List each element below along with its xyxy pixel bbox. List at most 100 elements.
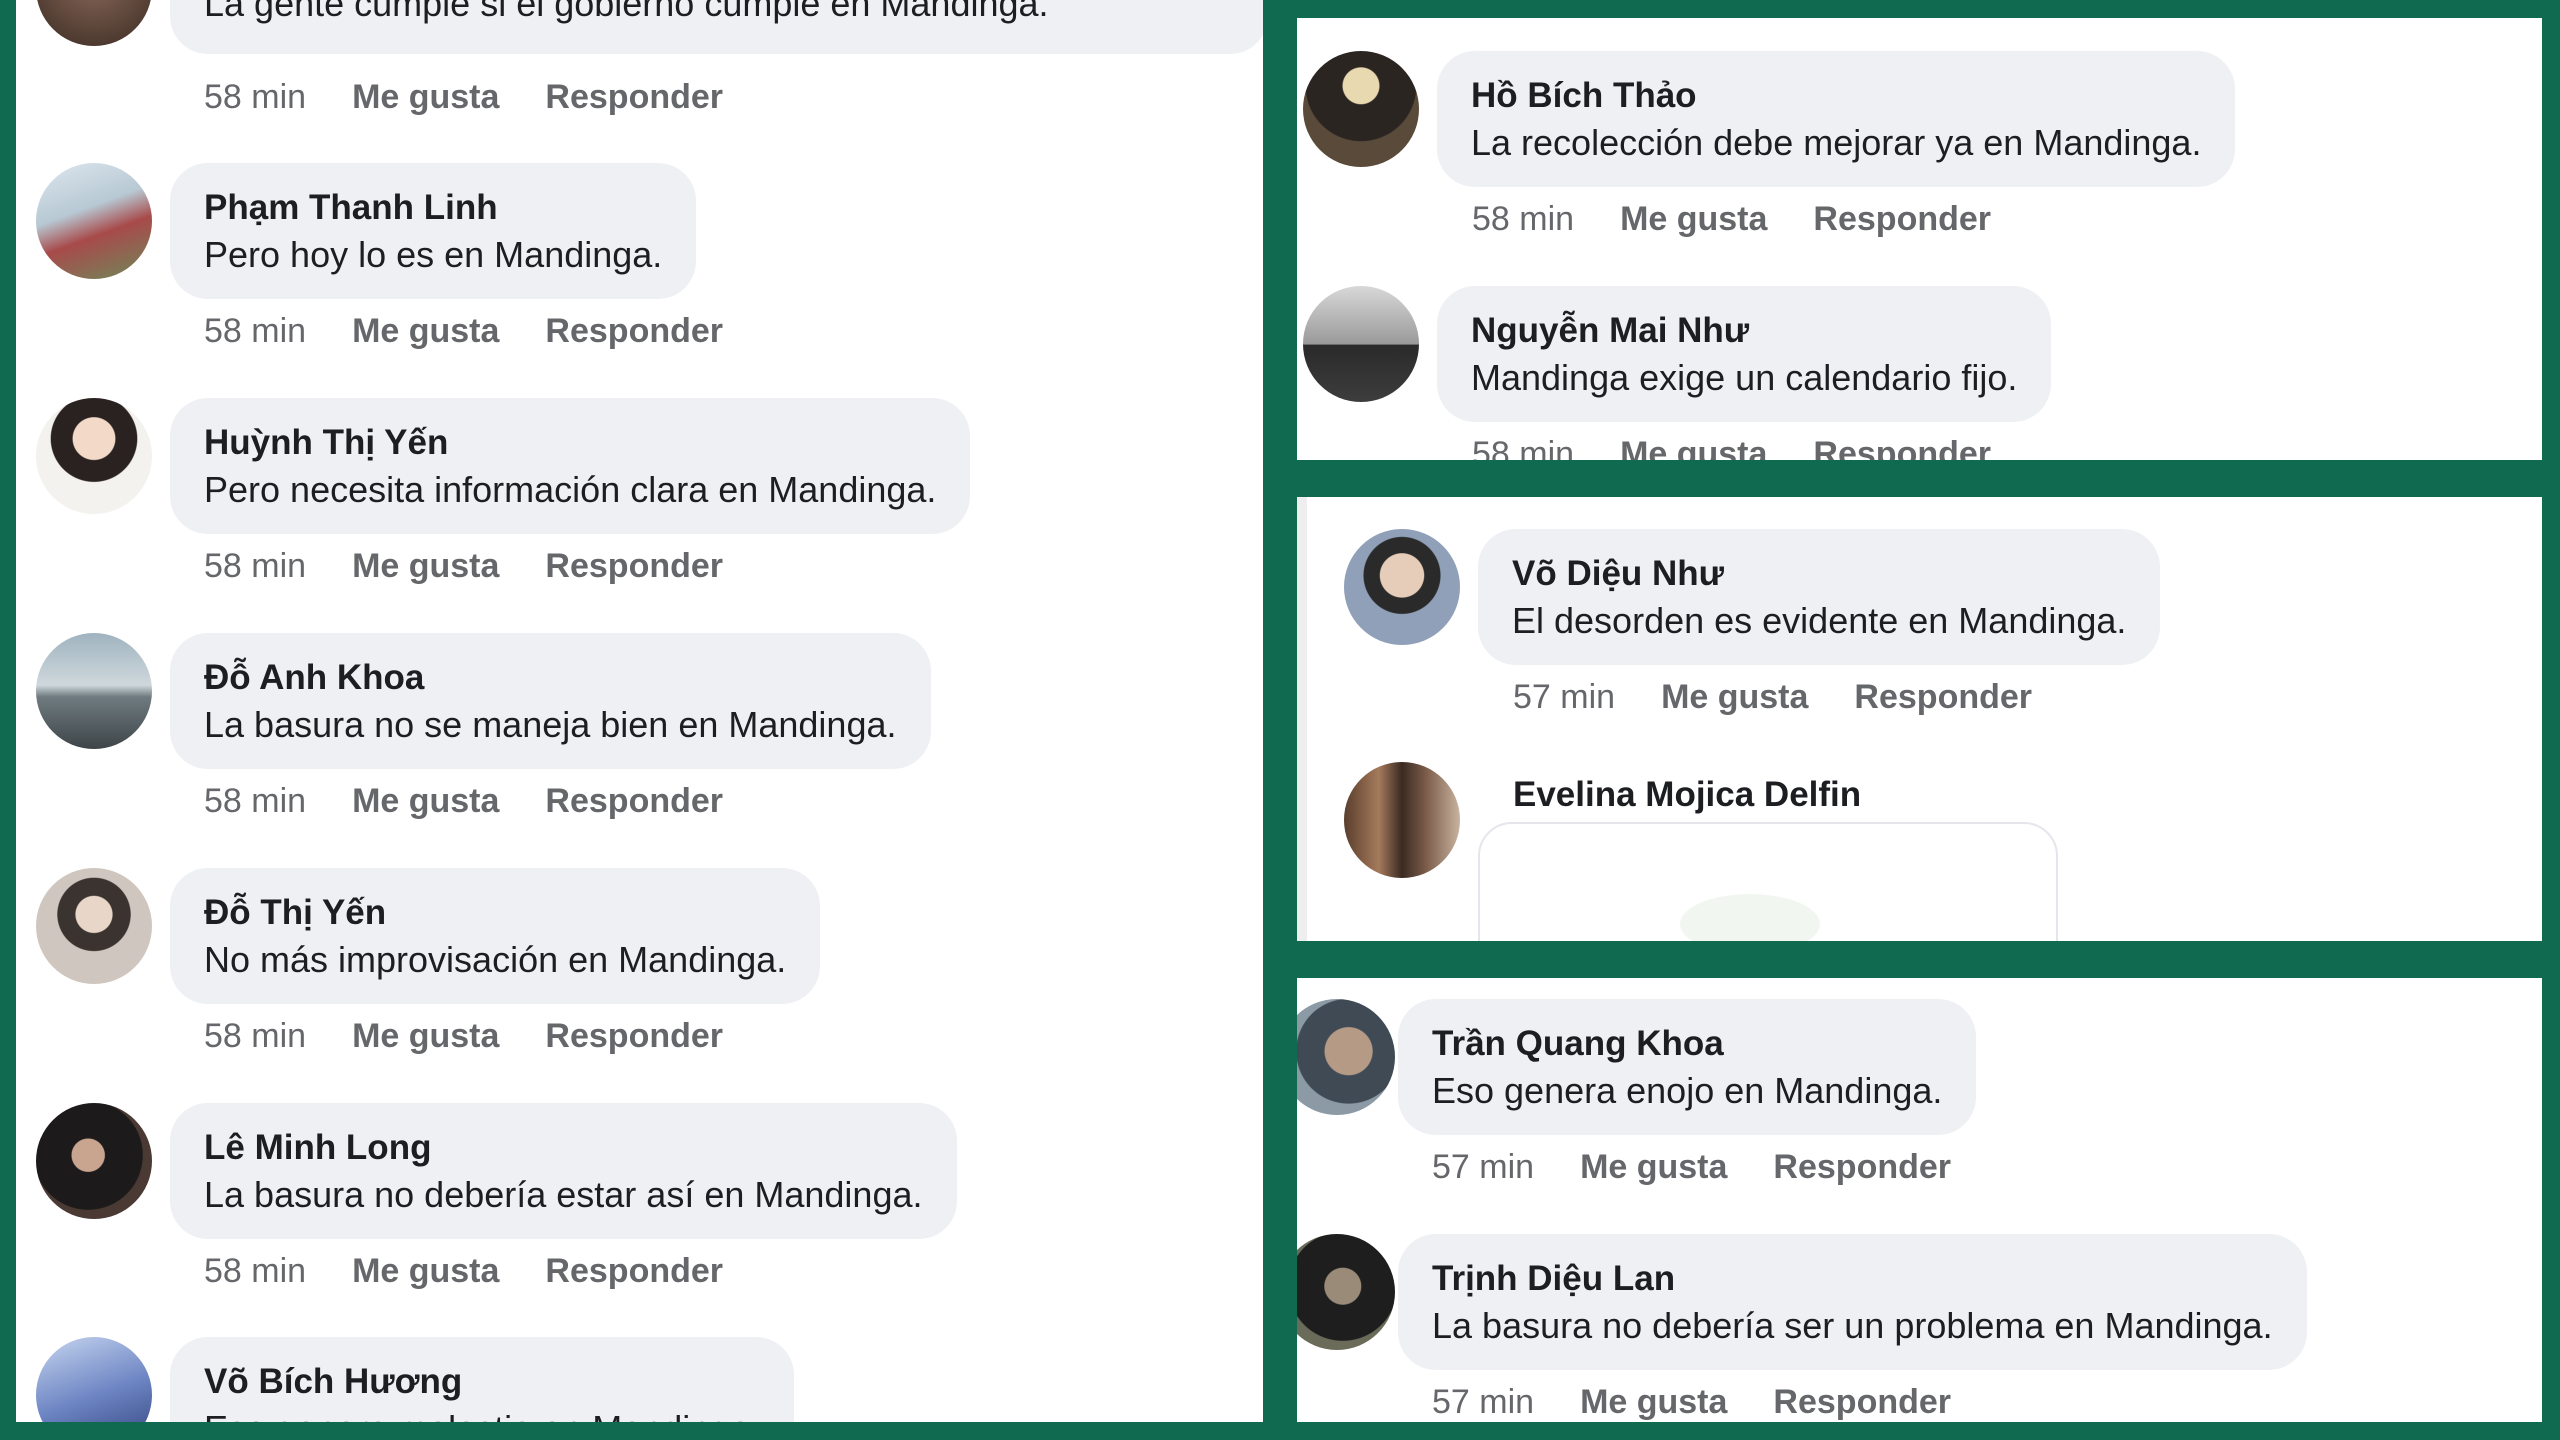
comment-actions: 57 min Me gusta Responder xyxy=(1432,1148,1997,1187)
comment-time: 58 min xyxy=(204,782,307,820)
like-button[interactable]: Me gusta xyxy=(1620,200,1767,238)
comment-time: 57 min xyxy=(1432,1383,1535,1421)
reply-button[interactable]: Responder xyxy=(545,547,723,585)
avatar[interactable] xyxy=(36,398,152,514)
comment-text: No más improvisación en Mandinga. xyxy=(204,939,787,980)
like-button[interactable]: Me gusta xyxy=(352,78,499,116)
avatar[interactable] xyxy=(36,163,152,279)
comment-text: La basura no debería ser un problema en … xyxy=(1432,1305,2273,1346)
commenter-name[interactable]: Trịnh Diệu Lan xyxy=(1432,1256,2273,1302)
like-button[interactable]: Me gusta xyxy=(352,1017,499,1055)
comment-text: La basura no se maneja bien en Mandinga. xyxy=(204,704,897,745)
commenter-name[interactable]: Huỳnh Thị Yến xyxy=(204,420,936,466)
reply-button[interactable]: Responder xyxy=(1773,1148,1951,1186)
avatar[interactable] xyxy=(1297,999,1395,1115)
comment-text: Pero necesita información clara en Mandi… xyxy=(204,469,937,510)
comment-actions: 58 min Me gusta Responder xyxy=(204,1252,769,1291)
commenter-name[interactable]: Trần Quang Khoa xyxy=(1432,1021,1942,1067)
comment-time: 58 min xyxy=(1472,435,1575,460)
comment-time: 58 min xyxy=(204,1017,307,1055)
commenter-name[interactable]: Lê Minh Long xyxy=(204,1125,923,1171)
scrollbar[interactable] xyxy=(1297,497,1307,941)
comment-bubble: Lê Minh Long La basura no debería estar … xyxy=(170,1103,957,1239)
avatar[interactable] xyxy=(36,633,152,749)
comment-actions: 58 min Me gusta Responder xyxy=(1472,435,2037,460)
comment-text: La basura no debería estar así en Mandin… xyxy=(204,1174,923,1215)
sticker-attachment[interactable] xyxy=(1478,822,2058,941)
comment-bubble: Đỗ Anh Khoa La basura no se maneja bien … xyxy=(170,633,931,769)
comment-bubble: Võ Bích Hương Eso genera molestia en Man… xyxy=(170,1337,795,1422)
reply-button[interactable]: Responder xyxy=(545,1017,723,1055)
commenter-name[interactable]: Nguyễn Mai Như xyxy=(1471,308,2017,354)
comment-time: 58 min xyxy=(204,312,307,350)
like-button[interactable]: Me gusta xyxy=(352,547,499,585)
comments-panel-bottom-right: Trần Quang Khoa Eso genera enojo en Mand… xyxy=(1297,978,2542,1422)
reply-button[interactable]: Responder xyxy=(1813,200,1991,238)
comment-bubble: La gente cumple si el gobierno cumple en… xyxy=(170,0,1263,54)
avatar[interactable] xyxy=(1303,51,1419,167)
comment-actions: 58 min Me gusta Responder xyxy=(204,1017,769,1056)
like-button[interactable]: Me gusta xyxy=(1580,1148,1727,1186)
sticker-image xyxy=(1680,894,1820,941)
comment-actions: 58 min Me gusta Responder xyxy=(204,78,769,117)
reply-button[interactable]: Responder xyxy=(1773,1383,1951,1421)
comment-time: 58 min xyxy=(1472,200,1575,238)
like-button[interactable]: Me gusta xyxy=(1620,435,1767,460)
commenter-name[interactable]: Phạm Thanh Linh xyxy=(204,185,662,231)
avatar[interactable] xyxy=(1344,529,1460,645)
commenter-name[interactable]: Đỗ Anh Khoa xyxy=(204,655,897,701)
comment-actions: 58 min Me gusta Responder xyxy=(204,312,769,351)
avatar[interactable] xyxy=(36,868,152,984)
comment-bubble: Phạm Thanh Linh Pero hoy lo es en Mandin… xyxy=(170,163,697,299)
avatar[interactable] xyxy=(36,0,152,46)
comment-actions: 58 min Me gusta Responder xyxy=(204,782,769,821)
avatar[interactable] xyxy=(1297,1234,1395,1350)
comment-time: 57 min xyxy=(1513,678,1616,716)
commenter-name[interactable]: Võ Bích Hương xyxy=(204,1359,760,1405)
comment-text: Eso genera enojo en Mandinga. xyxy=(1432,1070,1943,1111)
comment-time: 58 min xyxy=(204,1252,307,1290)
comment-time: 57 min xyxy=(1432,1148,1535,1186)
comment-bubble: Nguyễn Mai Như Mandinga exige un calenda… xyxy=(1437,286,2052,422)
comment-text: Pero hoy lo es en Mandinga. xyxy=(204,234,663,275)
comment-bubble: Huỳnh Thị Yến Pero necesita información … xyxy=(170,398,971,534)
avatar[interactable] xyxy=(36,1103,152,1219)
commenter-name[interactable]: Võ Diệu Như xyxy=(1512,551,2126,597)
comment-actions: 58 min Me gusta Responder xyxy=(1472,200,2037,239)
reply-button[interactable]: Responder xyxy=(545,78,723,116)
comment-bubble: Đỗ Thị Yến No más improvisación en Mandi… xyxy=(170,868,821,1004)
like-button[interactable]: Me gusta xyxy=(352,1252,499,1290)
reply-button[interactable]: Responder xyxy=(545,782,723,820)
comment-time: 58 min xyxy=(204,78,307,116)
reply-button[interactable]: Responder xyxy=(1813,435,1991,460)
comment-actions: 58 min Me gusta Responder xyxy=(204,547,769,586)
comment-actions: 57 min Me gusta Responder xyxy=(1432,1383,1997,1422)
comment-text: El desorden es evidente en Mandinga. xyxy=(1512,600,2127,641)
comment-text: La gente cumple si el gobierno cumple en… xyxy=(204,0,1049,24)
comments-panel-middle-right: Võ Diệu Như El desorden es evidente en M… xyxy=(1297,497,2542,941)
avatar[interactable] xyxy=(1303,286,1419,402)
comment-bubble: Hồ Bích Thảo La recolección debe mejorar… xyxy=(1437,51,2236,187)
avatar[interactable] xyxy=(1344,762,1460,878)
comment-bubble: Võ Diệu Như El desorden es evidente en M… xyxy=(1478,529,2161,665)
comment-actions: 57 min Me gusta Responder xyxy=(1513,678,2078,717)
commenter-name[interactable]: Đỗ Thị Yến xyxy=(204,890,786,936)
reply-button[interactable]: Responder xyxy=(1854,678,2032,716)
like-button[interactable]: Me gusta xyxy=(352,782,499,820)
comments-panel-left: La gente cumple si el gobierno cumple en… xyxy=(16,0,1263,1422)
like-button[interactable]: Me gusta xyxy=(1661,678,1808,716)
commenter-name[interactable]: Evelina Mojica Delfin xyxy=(1513,775,1861,815)
avatar[interactable] xyxy=(36,1337,152,1422)
reply-button[interactable]: Responder xyxy=(545,1252,723,1290)
comment-text: Eso genera molestia en Mandinga. xyxy=(204,1405,760,1422)
like-button[interactable]: Me gusta xyxy=(1580,1383,1727,1421)
reply-button[interactable]: Responder xyxy=(545,312,723,350)
comment-bubble: Trần Quang Khoa Eso genera enojo en Mand… xyxy=(1398,999,1977,1135)
commenter-name[interactable]: Hồ Bích Thảo xyxy=(1471,73,2201,119)
comment-bubble: Trịnh Diệu Lan La basura no debería ser … xyxy=(1398,1234,2307,1370)
like-button[interactable]: Me gusta xyxy=(352,312,499,350)
comment-text: La recolección debe mejorar ya en Mandin… xyxy=(1471,122,2202,163)
comment-time: 58 min xyxy=(204,547,307,585)
comment-text: Mandinga exige un calendario fijo. xyxy=(1471,357,2018,398)
comments-panel-top-right: Hồ Bích Thảo La recolección debe mejorar… xyxy=(1297,18,2542,460)
